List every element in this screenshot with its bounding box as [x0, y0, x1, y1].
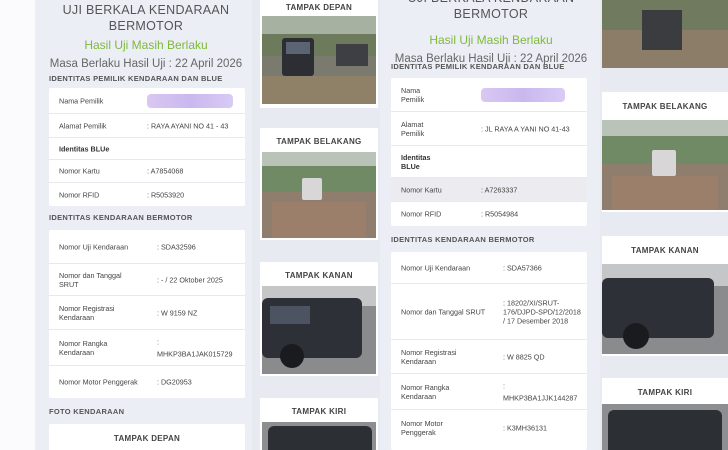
photo-card-left: TAMPAK KIRI — [260, 398, 378, 450]
left-status-text: Hasil Uji Masih Berlaku — [84, 38, 208, 52]
right-vehicle-row-srut: Nomor dan Tanggal SRUT : 18202/XI/SRUT-1… — [391, 284, 587, 340]
left-owner-row-name: Nama Pemilik — [49, 88, 245, 114]
left-photo-section-title: FOTO KENDARAAN — [49, 407, 125, 416]
screenshot-collage: UJI BERKALA KENDARAAN BERMOTOR Hasil Uji… — [0, 0, 728, 450]
right-owner-row-blue: Identitas BLUe — [391, 146, 587, 178]
left-title-line2: BERMOTOR — [108, 19, 184, 33]
left-owner-section-title: IDENTITAS PEMILIK KENDARAAN DAN BLUe — [49, 74, 223, 83]
vehicle-left-photo — [602, 404, 728, 450]
redacted-name — [147, 93, 233, 108]
vehicle-right-photo — [262, 286, 376, 374]
left-photo-caption: TAMPAK DEPAN — [113, 434, 181, 443]
vehicle-left-photo — [262, 422, 376, 450]
right-vehicle-section-title: IDENTITAS KENDARAAN BERMOTOR — [391, 235, 535, 244]
left-vehicle-row-chassis: Nomor Rangka Kendaraan : MHKP3BA1JAK0157… — [49, 330, 245, 366]
left-owner-card: Nama Pemilik Alamat Pemilik : RAYA AYANI… — [49, 88, 245, 206]
right-vehicle-row-test-number: Nomor Uji Kendaraan : SDA57366 — [391, 252, 587, 284]
photo-caption: TAMPAK KIRI — [291, 407, 347, 416]
left-owner-row-address: Alamat Pemilik : RAYA AYANI NO 41 - 43 — [49, 114, 245, 138]
right-header: UJI BERKALA KENDARAAN BERMOTOR Hasil Uji… — [380, 0, 602, 65]
vehicle-front-photo-partial — [602, 0, 728, 68]
right-test-result-panel: UJI BERKALA KENDARAAN BERMOTOR Hasil Uji… — [380, 0, 602, 450]
left-validity-text: Masa Berlaku Hasil Uji : 22 April 2026 — [49, 58, 243, 70]
right-photo-column: TAMPAK BELAKANG TAMPAK KANAN TAMPAK KIRI — [600, 0, 728, 450]
right-vehicle-row-chassis: Nomor Rangka Kendaraan : MHKP3BA1JJK1442… — [391, 374, 587, 410]
left-vehicle-row-srut: Nomor dan Tanggal SRUT : - / 22 Oktober … — [49, 264, 245, 296]
photo-caption: TAMPAK KANAN — [285, 271, 353, 280]
photo-caption: TAMPAK DEPAN — [285, 3, 353, 12]
right-title: UJI BERKALA KENDARAAN BERMOTOR — [408, 0, 574, 21]
photo-caption: TAMPAK KANAN — [631, 246, 699, 255]
right-owner-row-rfid: Nomor RFID : R5054984 — [401, 209, 519, 219]
photo-card-front: TAMPAK DEPAN — [260, 0, 378, 108]
photo-card-left: TAMPAK KIRI — [602, 378, 728, 450]
left-photo-card: TAMPAK DEPAN — [49, 424, 245, 450]
photo-caption: TAMPAK KIRI — [637, 388, 693, 397]
right-owner-row-name: Nama Pemilik — [391, 78, 587, 112]
photo-card-rear: TAMPAK BELAKANG — [260, 128, 378, 240]
photo-caption: TAMPAK BELAKANG — [276, 137, 362, 146]
photo-card-right: TAMPAK KANAN — [602, 236, 728, 356]
right-status-text: Hasil Uji Masih Berlaku — [429, 33, 553, 47]
left-vehicle-row-engine: Nomor Motor Penggerak : DG20953 — [59, 377, 192, 387]
left-owner-row-blue: Identitas BLUe — [49, 138, 245, 160]
right-vehicle-row-registration: Nomor Registrasi Kendaraan : W 8825 QD — [391, 340, 587, 374]
left-vehicle-card: Nomor Uji Kendaraan : SDA32596 Nomor dan… — [49, 230, 245, 398]
left-vehicle-row-registration: Nomor Registrasi Kendaraan : W 9159 NZ — [49, 296, 245, 330]
right-owner-card: Nama Pemilik Alamat Pemilik : JL RAYA A … — [391, 78, 587, 226]
photo-card-rear: TAMPAK BELAKANG — [602, 92, 728, 212]
vehicle-front-photo — [262, 16, 376, 104]
right-owner-row-card: Nomor Kartu : A7263337 — [391, 178, 587, 202]
redacted-name — [481, 87, 565, 102]
right-vehicle-row-engine: Nomor Motor Penggerak : K3MH36131 — [401, 419, 547, 437]
left-photo-column: TAMPAK DEPAN TAMPAK BELAKANG TAMPAK KANA… — [252, 0, 380, 450]
right-vehicle-card: Nomor Uji Kendaraan : SDA57366 Nomor dan… — [391, 252, 587, 450]
left-test-result-panel: UJI BERKALA KENDARAAN BERMOTOR Hasil Uji… — [35, 0, 257, 450]
photo-card-right: TAMPAK KANAN — [260, 262, 378, 376]
right-owner-row-address: Alamat Pemilik : JL RAYA A YANI NO 41-43 — [391, 112, 587, 146]
left-vehicle-row-test-number: Nomor Uji Kendaraan : SDA32596 — [49, 230, 245, 264]
vehicle-rear-photo — [602, 120, 728, 210]
vehicle-right-photo — [602, 264, 728, 354]
left-owner-row-rfid: Nomor RFID : R5053920 — [59, 190, 185, 199]
left-header: UJI BERKALA KENDARAAN BERMOTOR Hasil Uji… — [35, 2, 257, 70]
photo-caption: TAMPAK BELAKANG — [622, 102, 708, 111]
vehicle-rear-photo — [262, 152, 376, 238]
left-owner-row-card: Nomor Kartu : A7854068 — [49, 160, 245, 183]
left-vehicle-section-title: IDENTITAS KENDARAAN BERMOTOR — [49, 213, 193, 222]
left-title-line1: UJI BERKALA KENDARAAN — [62, 3, 230, 17]
right-owner-section-title: IDENTITAS PEMILIK KENDARAAN DAN BLUe — [391, 62, 565, 71]
